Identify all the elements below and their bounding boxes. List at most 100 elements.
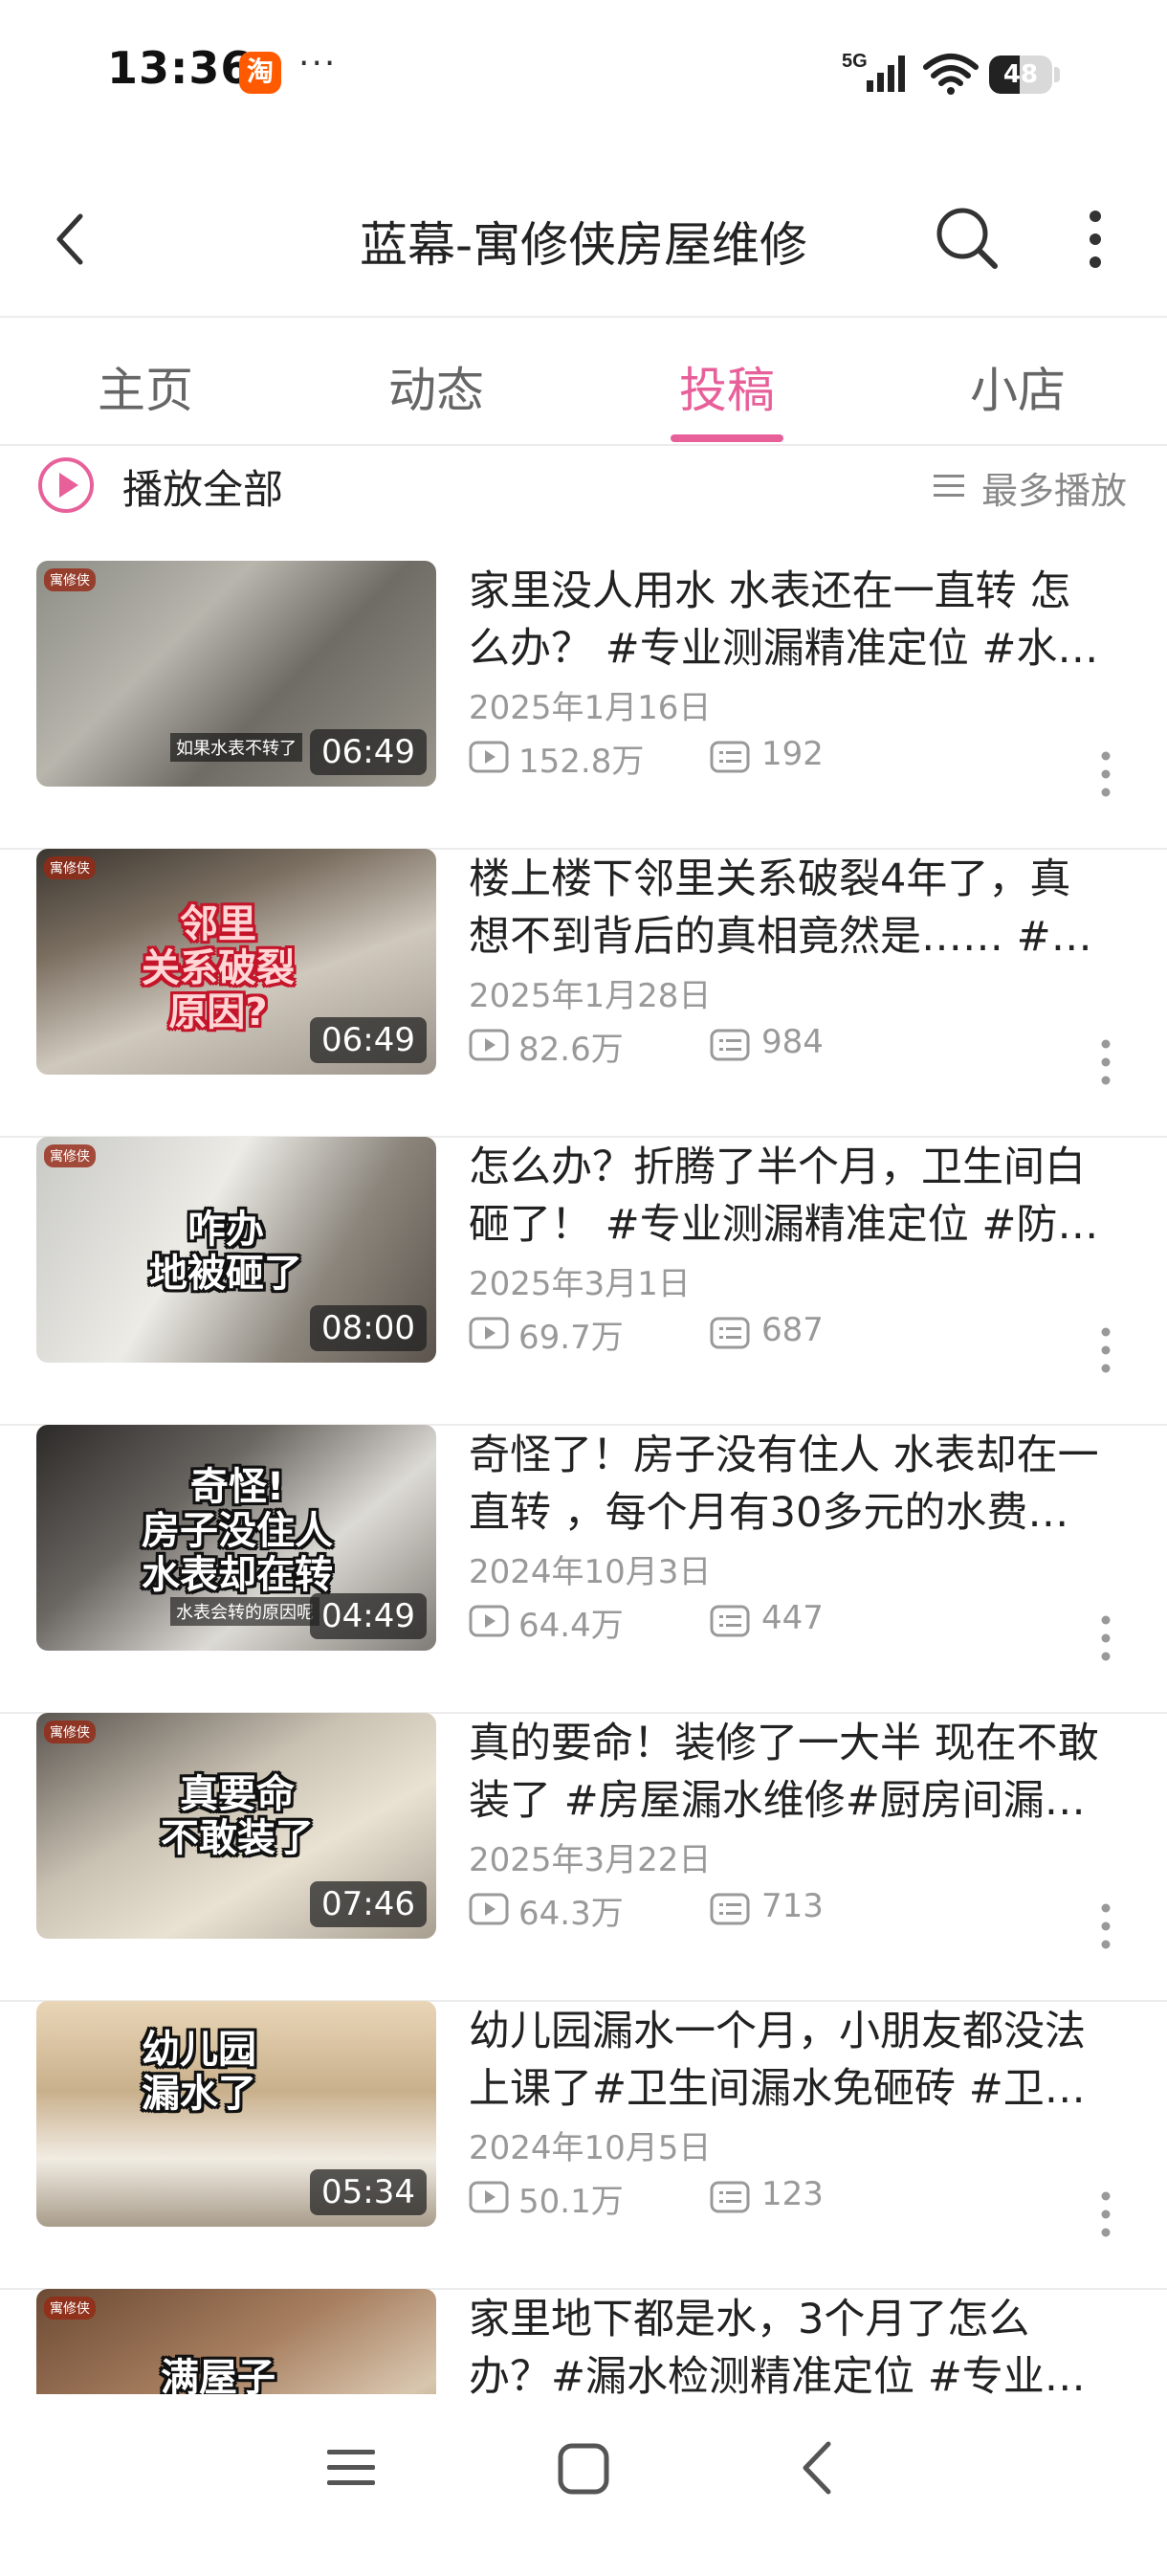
danmaku-count-icon bbox=[710, 741, 750, 773]
video-stats: 152.8万 192 bbox=[469, 733, 1138, 781]
profile-tabs: 主页 动态 投稿 小店 bbox=[0, 318, 1167, 446]
play-circle-icon[interactable] bbox=[36, 455, 96, 515]
video-date: 2024年10月5日 bbox=[469, 2129, 712, 2167]
video-title[interactable]: 家里地下都是水，3个月了怎么 办？#漏水检测精准定位 #专业… bbox=[469, 2291, 1138, 2406]
video-thumbnail[interactable]: 寓修侠 咋办 地被砸了 08:00 bbox=[36, 1137, 436, 1363]
thumbnail-caption: 邻里 关系破裂 原因? bbox=[142, 902, 295, 1034]
status-time: 13:36 bbox=[107, 42, 253, 94]
back-triangle-icon[interactable] bbox=[798, 2438, 836, 2498]
danmaku-count-icon bbox=[710, 1605, 750, 1637]
item-more-icon[interactable] bbox=[1094, 1900, 1117, 1952]
active-tab-indicator bbox=[671, 434, 783, 442]
video-thumbnail[interactable]: 寓修侠 真要命 不敢装了 07:46 bbox=[36, 1713, 436, 1939]
danmaku-count-icon bbox=[710, 1893, 750, 1925]
play-count: 64.4万 bbox=[518, 1607, 624, 1645]
signal-5g-icon: 5G bbox=[842, 51, 905, 92]
item-more-icon[interactable] bbox=[1094, 1036, 1117, 1088]
menu-icon[interactable] bbox=[325, 2444, 377, 2492]
item-more-icon[interactable] bbox=[1094, 2188, 1117, 2240]
video-title[interactable]: 怎么办？折腾了半个月，卫生间白 砸了！ #专业测漏精准定位 #防… bbox=[469, 1139, 1138, 1254]
network-label: 5G bbox=[842, 51, 868, 72]
item-more-icon[interactable] bbox=[1094, 1324, 1117, 1376]
tab-activity[interactable]: 动态 bbox=[341, 352, 532, 421]
thumbnail-subtitle: 水表会转的原因呢 bbox=[170, 1597, 319, 1626]
video-title-line-2: 装了 #房屋漏水维修#厨房间漏… bbox=[469, 1777, 1086, 1825]
battery-level: 48 bbox=[1002, 60, 1039, 89]
thumbnail-caption: 真要命 不敢装了 bbox=[161, 1772, 314, 1860]
video-title-line-2: 砸了！ #专业测漏精准定位 #防… bbox=[469, 1201, 1099, 1249]
video-date: 2025年3月1日 bbox=[469, 1265, 691, 1303]
danmaku-count-icon bbox=[710, 2181, 750, 2213]
video-date: 2024年10月3日 bbox=[469, 1553, 712, 1591]
danmaku-count-icon bbox=[710, 1029, 750, 1061]
play-count-icon bbox=[469, 2181, 509, 2213]
play-count: 50.1万 bbox=[518, 2183, 624, 2221]
danmaku-count: 447 bbox=[761, 1599, 824, 1637]
video-title-line-2: 么办？ #专业测漏精准定位 #水… bbox=[469, 625, 1099, 673]
danmaku-count: 192 bbox=[761, 735, 824, 773]
danmaku-count: 123 bbox=[761, 2175, 824, 2213]
tab-uploads[interactable]: 投稿 bbox=[631, 352, 823, 421]
thumbnail-caption: 奇怪! 房子没住人 水表却在转 bbox=[142, 1465, 333, 1597]
video-title-line-1: 家里没人用水 水表还在一直转 怎 bbox=[469, 567, 1071, 615]
play-count-icon bbox=[469, 1893, 509, 1925]
channel-logo-badge: 寓修侠 bbox=[44, 2297, 96, 2320]
video-title[interactable]: 幼儿园漏水一个月，小朋友都没法 上课了#卫生间漏水免砸砖 #卫… bbox=[469, 2003, 1138, 2118]
video-stats: 82.6万 984 bbox=[469, 1021, 1138, 1069]
video-stats: 50.1万 123 bbox=[469, 2173, 1138, 2221]
video-duration: 06:49 bbox=[310, 729, 427, 775]
video-title-line-1: 家里地下都是水，3个月了怎么 bbox=[469, 2296, 1030, 2343]
danmaku-count-icon bbox=[710, 1317, 750, 1349]
channel-logo-badge: 寓修侠 bbox=[44, 568, 96, 591]
video-item[interactable]: 幼儿园 漏水了 05:34 幼儿园漏水一个月，小朋友都没法 上课了#卫生间漏水免砸砖… bbox=[0, 2001, 1167, 2290]
video-title[interactable]: 楼上楼下邻里关系破裂4年了，真 想不到背后的真相竟然是…… #… bbox=[469, 851, 1138, 966]
video-title[interactable]: 真的要命！装修了一大半 现在不敢 装了 #房屋漏水维修#厨房间漏… bbox=[469, 1715, 1138, 1830]
video-item[interactable]: 寓修侠 咋办 地被砸了 08:00 怎么办？折腾了半个月，卫生间白 砸了！ #专业测漏… bbox=[0, 1137, 1167, 1426]
item-more-icon[interactable] bbox=[1094, 1612, 1117, 1664]
video-title[interactable]: 家里没人用水 水表还在一直转 怎 么办？ #专业测漏精准定位 #水… bbox=[469, 563, 1138, 677]
video-title-line-1: 怎么办？折腾了半个月，卫生间白 bbox=[469, 1144, 1086, 1191]
channel-logo-badge: 寓修侠 bbox=[44, 1144, 96, 1167]
channel-logo-badge: 寓修侠 bbox=[44, 856, 96, 879]
video-thumbnail[interactable]: 寓修侠邻里 关系破裂 原因? 06:49 bbox=[36, 849, 436, 1075]
danmaku-count: 687 bbox=[761, 1311, 824, 1349]
video-duration: 06:49 bbox=[310, 1017, 427, 1063]
wifi-icon bbox=[923, 54, 979, 95]
video-title-line-2: 想不到背后的真相竟然是…… #… bbox=[469, 913, 1092, 961]
play-count: 64.3万 bbox=[518, 1895, 624, 1933]
video-item[interactable]: 奇怪! 房子没住人 水表却在转 水表会转的原因呢 04:49 奇怪了！房子没有住人 水表… bbox=[0, 1425, 1167, 1714]
video-title-line-2: 直转 ，每个月有30多元的水费… bbox=[469, 1489, 1069, 1537]
video-item[interactable]: 寓修侠 真要命 不敢装了 07:46 真的要命！装修了一大半 现在不敢 装了 #房屋漏… bbox=[0, 1713, 1167, 2002]
system-nav-bar bbox=[0, 2394, 1167, 2542]
thumbnail-caption: 幼儿园 漏水了 bbox=[142, 2028, 256, 2116]
video-date: 2025年1月28日 bbox=[469, 977, 712, 1015]
home-square-icon[interactable] bbox=[557, 2442, 610, 2496]
thumbnail-subtitle: 如果水表不转了 bbox=[170, 733, 302, 762]
video-stats: 69.7万 687 bbox=[469, 1309, 1138, 1357]
thumbnail-caption: 咋办 地被砸了 bbox=[149, 1208, 302, 1296]
video-item[interactable]: 寓修侠如果水表不转了 06:49 家里没人用水 水表还在一直转 怎 么办？ #专业… bbox=[0, 561, 1167, 850]
video-thumbnail[interactable]: 幼儿园 漏水了 05:34 bbox=[36, 2001, 436, 2227]
video-title-line-1: 奇怪了！房子没有住人 水表却在一 bbox=[469, 1432, 1099, 1479]
video-thumbnail[interactable]: 奇怪! 房子没住人 水表却在转 水表会转的原因呢 04:49 bbox=[36, 1425, 436, 1651]
video-item[interactable]: 寓修侠邻里 关系破裂 原因? 06:49 楼上楼下邻里关系破裂4年了，真 想不到背后的… bbox=[0, 849, 1167, 1138]
tab-shop[interactable]: 小店 bbox=[922, 352, 1113, 421]
play-count-icon bbox=[469, 1605, 509, 1637]
play-count: 69.7万 bbox=[518, 1319, 624, 1357]
more-notifications-icon: ··· bbox=[298, 44, 338, 83]
sort-list-icon[interactable] bbox=[932, 471, 966, 501]
play-count-icon bbox=[469, 1317, 509, 1349]
sort-most-played[interactable]: 最多播放 bbox=[981, 461, 1127, 514]
vertical-dots-icon[interactable] bbox=[1071, 201, 1119, 278]
video-duration: 07:46 bbox=[310, 1881, 427, 1927]
item-more-icon[interactable] bbox=[1094, 748, 1117, 800]
play-all-button[interactable]: 播放全部 bbox=[122, 457, 283, 516]
video-title[interactable]: 奇怪了！房子没有住人 水表却在一 直转 ，每个月有30多元的水费… bbox=[469, 1427, 1138, 1542]
tab-home[interactable]: 主页 bbox=[50, 352, 241, 421]
play-count: 82.6万 bbox=[518, 1031, 624, 1069]
search-icon[interactable] bbox=[928, 199, 1004, 276]
taobao-notification-icon: 淘 bbox=[239, 52, 281, 94]
danmaku-count: 713 bbox=[761, 1887, 824, 1925]
play-count-icon bbox=[469, 741, 509, 773]
video-thumbnail[interactable]: 寓修侠如果水表不转了 06:49 bbox=[36, 561, 436, 787]
